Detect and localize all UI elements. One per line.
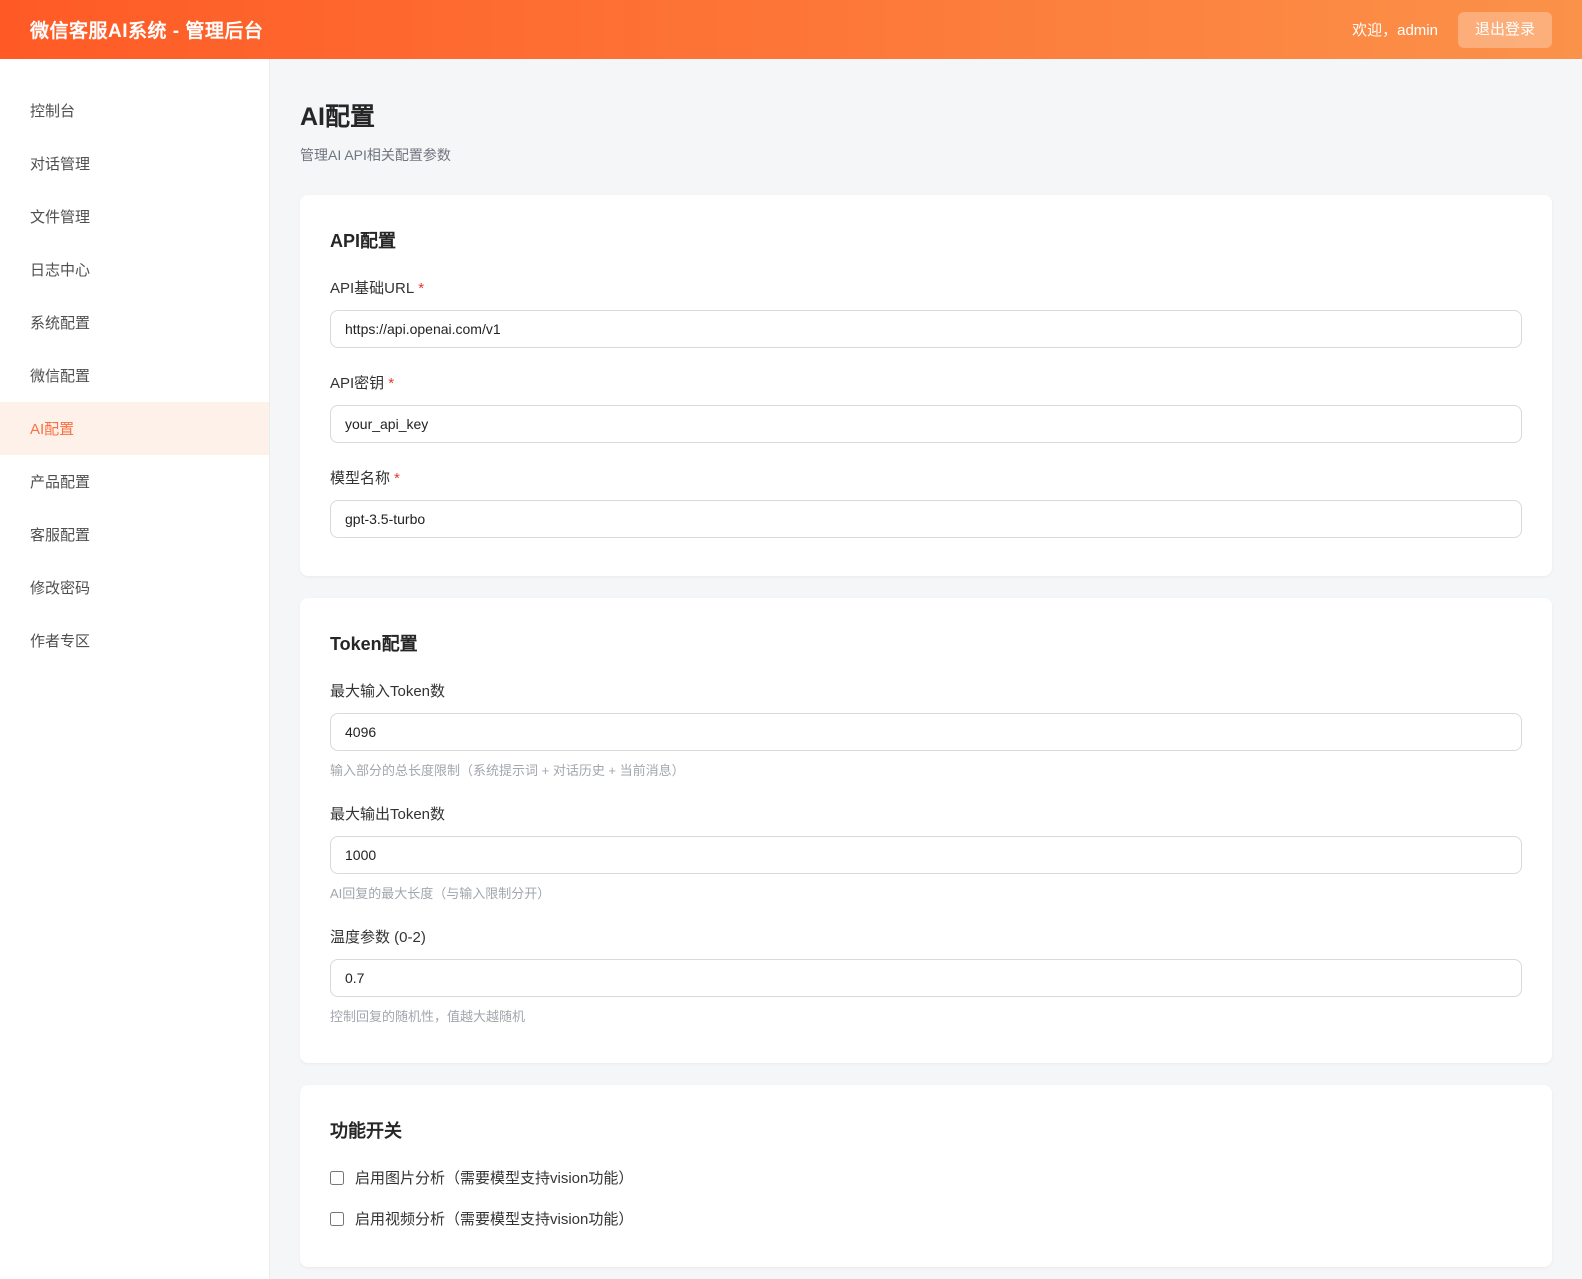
- api-key-input[interactable]: [330, 405, 1522, 443]
- enable-video-analysis-label[interactable]: 启用视频分析（需要模型支持vision功能）: [355, 1208, 633, 1229]
- max-output-tokens-hint: AI回复的最大长度（与输入限制分开）: [330, 883, 1522, 902]
- api-key-label-text: API密钥: [330, 375, 384, 392]
- max-input-tokens-hint: 输入部分的总长度限制（系统提示词 + 对话历史 + 当前消息）: [330, 760, 1522, 779]
- sidebar-item-change-password[interactable]: 修改密码: [0, 561, 269, 614]
- api-base-url-label-text: API基础URL: [330, 280, 414, 297]
- token-config-card: Token配置 最大输入Token数 输入部分的总长度限制（系统提示词 + 对话…: [300, 598, 1552, 1063]
- max-input-tokens-label: 最大输入Token数: [330, 680, 1522, 701]
- sidebar-item-system-config[interactable]: 系统配置: [0, 296, 269, 349]
- enable-image-analysis-label[interactable]: 启用图片分析（需要模型支持vision功能）: [355, 1167, 633, 1188]
- sidebar-item-wechat-config[interactable]: 微信配置: [0, 349, 269, 402]
- sidebar-item-service-config[interactable]: 客服配置: [0, 508, 269, 561]
- enable-image-analysis-checkbox[interactable]: [330, 1171, 344, 1185]
- api-config-card-title: API配置: [330, 227, 1522, 253]
- temperature-label: 温度参数 (0-2): [330, 926, 1522, 947]
- model-name-input[interactable]: [330, 500, 1522, 538]
- content-area: AI配置 管理AI API相关配置参数 API配置 API基础URL* API密…: [270, 59, 1582, 1279]
- main-layout: 控制台 对话管理 文件管理 日志中心 系统配置 微信配置 AI配置 产品配置 客…: [0, 59, 1582, 1279]
- feature-switches-card: 功能开关 启用图片分析（需要模型支持vision功能） 启用视频分析（需要模型支…: [300, 1085, 1552, 1267]
- temperature-hint: 控制回复的随机性，值越大越随机: [330, 1006, 1522, 1025]
- app-header: 微信客服AI系统 - 管理后台 欢迎，admin 退出登录: [0, 0, 1582, 59]
- temperature-input[interactable]: [330, 959, 1522, 997]
- api-base-url-label: API基础URL*: [330, 277, 1522, 298]
- required-asterisk: *: [418, 280, 424, 297]
- sidebar-item-files[interactable]: 文件管理: [0, 190, 269, 243]
- api-config-card: API配置 API基础URL* API密钥* 模型名称*: [300, 195, 1552, 576]
- max-output-tokens-label: 最大输出Token数: [330, 803, 1522, 824]
- feature-switches-card-title: 功能开关: [330, 1117, 1522, 1143]
- header-right: 欢迎，admin 退出登录: [1352, 12, 1552, 48]
- max-output-tokens-field: 最大输出Token数 AI回复的最大长度（与输入限制分开）: [330, 803, 1522, 902]
- page-subtitle: 管理AI API相关配置参数: [300, 145, 1552, 165]
- sidebar-item-author-zone[interactable]: 作者专区: [0, 614, 269, 667]
- enable-video-analysis-row[interactable]: 启用视频分析（需要模型支持vision功能）: [330, 1208, 1522, 1229]
- required-asterisk: *: [394, 470, 400, 487]
- model-name-field: 模型名称*: [330, 467, 1522, 538]
- max-input-tokens-input[interactable]: [330, 713, 1522, 751]
- required-asterisk: *: [388, 375, 394, 392]
- temperature-field: 温度参数 (0-2) 控制回复的随机性，值越大越随机: [330, 926, 1522, 1025]
- sidebar: 控制台 对话管理 文件管理 日志中心 系统配置 微信配置 AI配置 产品配置 客…: [0, 59, 270, 1279]
- sidebar-item-product-config[interactable]: 产品配置: [0, 455, 269, 508]
- max-input-tokens-field: 最大输入Token数 输入部分的总长度限制（系统提示词 + 对话历史 + 当前消…: [330, 680, 1522, 779]
- api-base-url-input[interactable]: [330, 310, 1522, 348]
- api-key-label: API密钥*: [330, 372, 1522, 393]
- welcome-text: 欢迎，admin: [1352, 19, 1438, 40]
- enable-image-analysis-row[interactable]: 启用图片分析（需要模型支持vision功能）: [330, 1167, 1522, 1188]
- sidebar-item-logs[interactable]: 日志中心: [0, 243, 269, 296]
- enable-video-analysis-checkbox[interactable]: [330, 1212, 344, 1226]
- model-name-label-text: 模型名称: [330, 470, 390, 487]
- api-key-field: API密钥*: [330, 372, 1522, 443]
- sidebar-item-console[interactable]: 控制台: [0, 84, 269, 137]
- token-config-card-title: Token配置: [330, 630, 1522, 656]
- sidebar-item-ai-config[interactable]: AI配置: [0, 402, 269, 455]
- logout-button[interactable]: 退出登录: [1458, 12, 1552, 48]
- api-base-url-field: API基础URL*: [330, 277, 1522, 348]
- model-name-label: 模型名称*: [330, 467, 1522, 488]
- app-title: 微信客服AI系统 - 管理后台: [30, 16, 263, 43]
- page-title: AI配置: [300, 97, 1552, 133]
- sidebar-item-conversations[interactable]: 对话管理: [0, 137, 269, 190]
- max-output-tokens-input[interactable]: [330, 836, 1522, 874]
